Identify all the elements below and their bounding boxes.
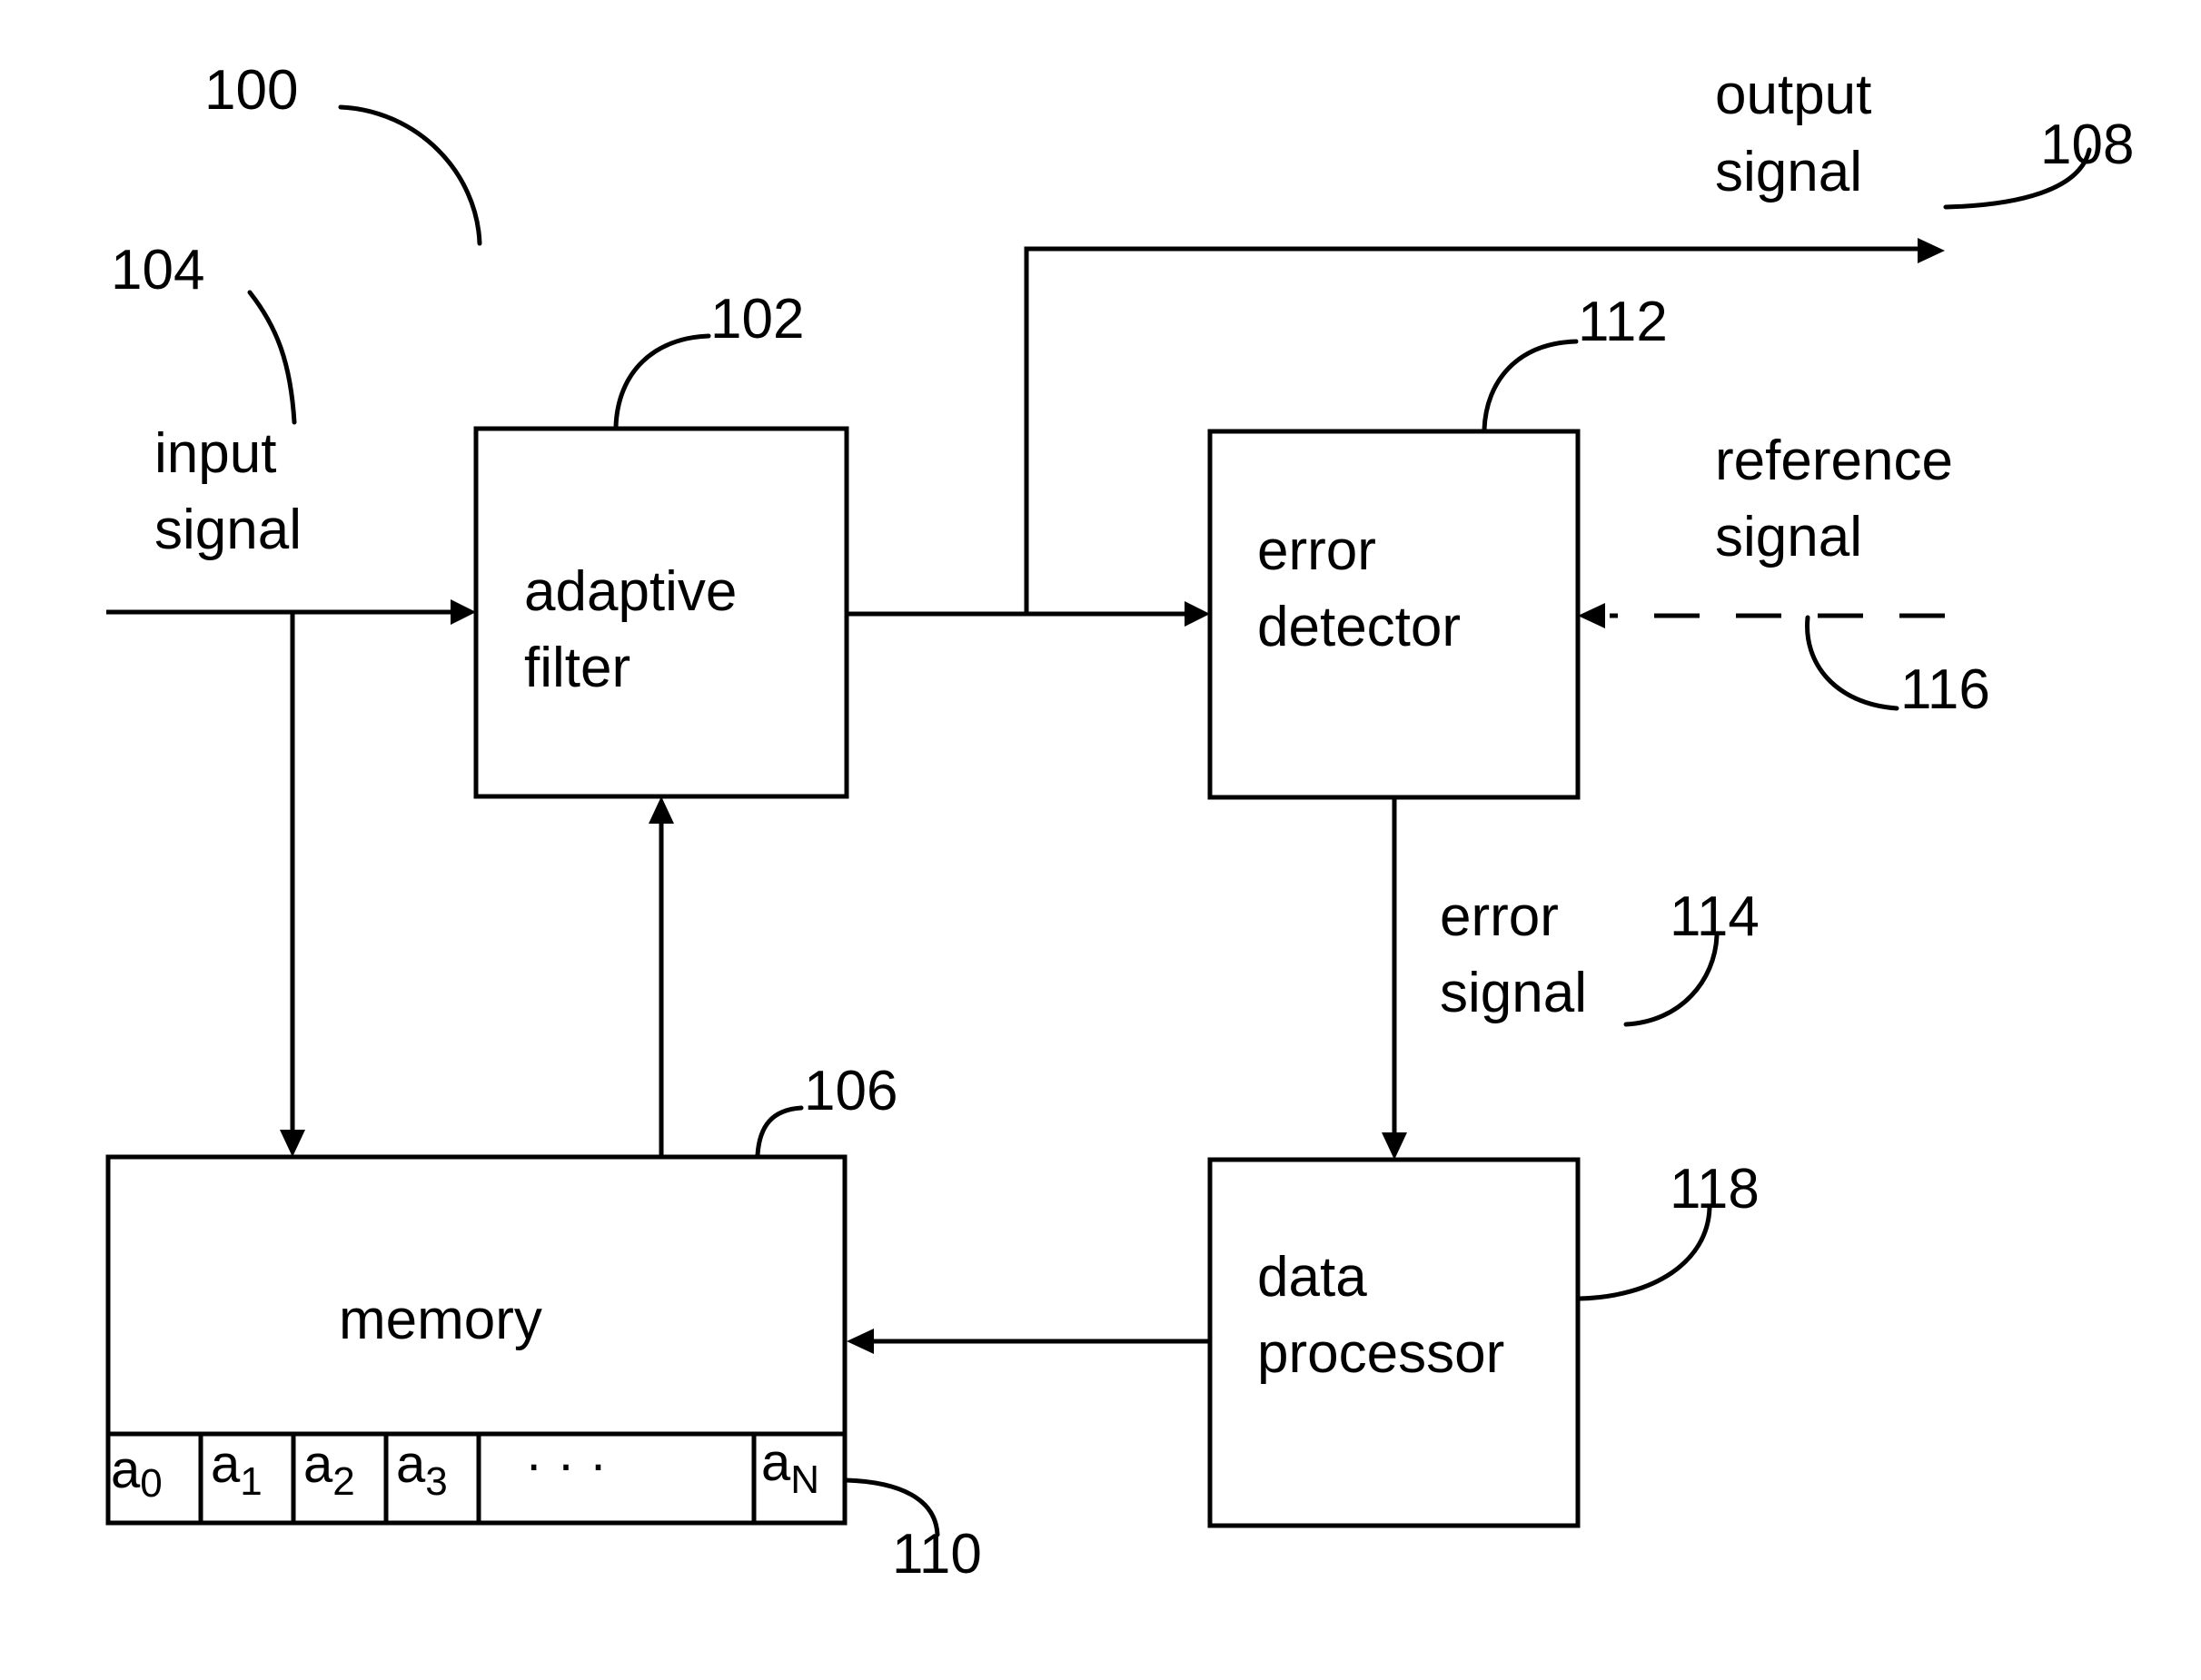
ref-label-104: 104 (111, 239, 204, 301)
leader-line-114 (1623, 933, 1720, 1027)
ref-label-106: 106 (804, 1060, 897, 1122)
data-processor-label-line1: data (1257, 1246, 1367, 1309)
ref-label-116: 116 (1900, 658, 1990, 721)
output-signal-label-line2: signal (1715, 141, 1862, 203)
reference-arrowhead-icon (1578, 603, 1605, 628)
leader-line-112 (1482, 339, 1579, 432)
leader-line-104 (247, 290, 297, 425)
coefficient-ellipsis: · · · (525, 1435, 607, 1494)
leader-line-106 (755, 1105, 804, 1158)
error-signal-label-line1: error (1440, 885, 1559, 948)
memory-input-arrowhead-icon (280, 1130, 305, 1157)
ref-label-102: 102 (710, 288, 804, 351)
leader-line-102 (613, 333, 711, 430)
ref-label-114: 114 (1670, 885, 1760, 948)
error-detector-input-arrowhead-icon (1185, 601, 1210, 627)
adaptive-filter-label-line1: adaptive (524, 560, 737, 623)
leader-line-116 (1805, 615, 1899, 711)
data-processor-label-line2: processor (1257, 1322, 1504, 1385)
output-arrowhead-icon (1918, 238, 1945, 263)
ref-label-100: 100 (204, 59, 298, 122)
leader-line-118 (1577, 1205, 1712, 1301)
adaptive-filter-label-line2: filter (524, 637, 630, 699)
memory-update-arrowhead-icon (847, 1329, 874, 1354)
ref-label-112: 112 (1578, 291, 1668, 353)
error-detector-label-line2: detector (1257, 596, 1461, 658)
reference-signal-label-line2: signal (1715, 506, 1862, 568)
ref-label-110: 110 (892, 1523, 982, 1586)
ref-label-118: 118 (1670, 1158, 1760, 1220)
filter-coeff-arrowhead-icon (649, 796, 674, 824)
error-signal-arrowhead-icon (1382, 1132, 1407, 1160)
memory-label: memory (339, 1289, 542, 1351)
leader-line-100 (338, 104, 482, 246)
adaptive-filter-block-diagram: 100 104 input signal adaptive filter 102… (105, 59, 2134, 1586)
error-signal-label-line2: signal (1440, 962, 1587, 1024)
output-signal-label-line1: output (1715, 64, 1871, 126)
ref-label-108: 108 (2040, 114, 2134, 176)
reference-signal-label-line1: reference (1715, 430, 1953, 492)
input-signal-label-line1: input (154, 422, 276, 485)
input-signal-label-line2: signal (154, 499, 302, 561)
error-detector-label-line1: error (1257, 519, 1376, 582)
input-arrowhead-icon (451, 599, 476, 625)
